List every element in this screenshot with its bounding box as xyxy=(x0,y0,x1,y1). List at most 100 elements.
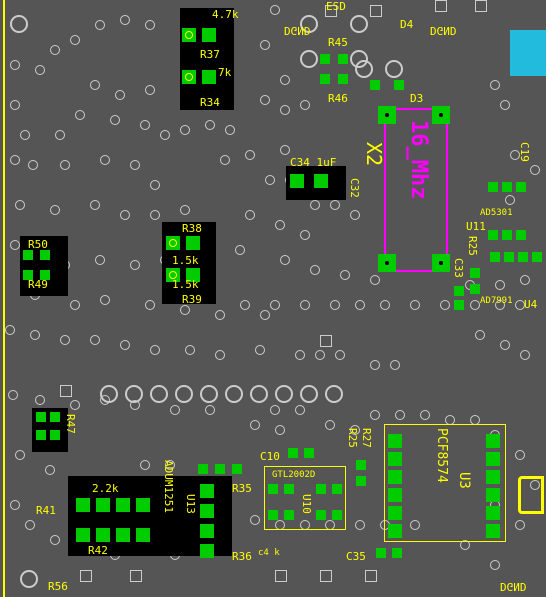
c4k-label: c4 k xyxy=(258,548,280,558)
via xyxy=(300,100,310,110)
via xyxy=(235,245,245,255)
via xyxy=(505,195,515,205)
via xyxy=(215,350,225,360)
c32-ref: C32 xyxy=(348,178,361,198)
crystal-ref: X2 xyxy=(362,142,386,166)
via-square xyxy=(365,570,377,582)
u3-pad xyxy=(486,524,500,538)
r43-pad xyxy=(470,268,480,278)
via xyxy=(50,535,60,545)
r50-ref: R50 xyxy=(28,238,48,251)
crystal-value: 16_Mhz xyxy=(406,120,431,199)
via-large xyxy=(350,15,368,33)
xtal-pad xyxy=(432,254,450,272)
d3-pad xyxy=(370,80,380,90)
via xyxy=(30,330,40,340)
via xyxy=(95,255,105,265)
via-large xyxy=(150,385,168,403)
r25-ref: R25 xyxy=(346,428,359,448)
r27-pad xyxy=(356,460,366,470)
via-square xyxy=(275,570,287,582)
via xyxy=(370,410,380,420)
board-edge xyxy=(3,0,5,597)
r43-ref: R25 xyxy=(466,236,479,256)
u13-pad xyxy=(200,484,214,498)
via xyxy=(260,40,270,50)
via xyxy=(110,115,120,125)
via xyxy=(140,460,150,470)
r35-ref: R35 xyxy=(232,482,252,495)
via xyxy=(70,400,80,410)
via xyxy=(220,155,230,165)
c35-pad xyxy=(392,548,402,558)
r43-pad xyxy=(470,284,480,294)
c33-pad xyxy=(454,286,464,296)
u13-pad xyxy=(96,498,110,512)
d3-ref: D3 xyxy=(410,92,423,105)
via xyxy=(300,230,310,240)
r41-ref: R41 xyxy=(36,504,56,517)
u10-pad xyxy=(284,484,294,494)
via xyxy=(160,130,170,140)
via xyxy=(205,120,215,130)
via xyxy=(8,390,18,400)
via xyxy=(245,210,255,220)
u13-pad xyxy=(136,498,150,512)
via xyxy=(180,305,190,315)
r39-ref: R39 xyxy=(182,293,202,306)
u11-pad xyxy=(488,182,498,192)
via xyxy=(390,360,400,370)
via xyxy=(120,15,130,25)
u11-pad xyxy=(502,230,512,240)
c35-ref: C35 xyxy=(346,550,366,563)
via xyxy=(5,325,15,335)
via xyxy=(180,125,190,135)
via xyxy=(355,300,365,310)
via xyxy=(295,405,305,415)
via xyxy=(500,100,510,110)
via-square xyxy=(475,0,487,12)
via-large xyxy=(250,385,268,403)
esd-net: ESD xyxy=(326,0,346,13)
u13-pad xyxy=(136,528,150,542)
via xyxy=(10,500,20,510)
via-large xyxy=(125,385,143,403)
r34-ref: R34 xyxy=(200,96,220,109)
r34-val-partial: 7k xyxy=(218,66,231,79)
xtal-pad xyxy=(432,106,450,124)
r45-pad xyxy=(320,54,330,64)
via xyxy=(280,255,290,265)
via xyxy=(180,205,190,215)
u11-pad xyxy=(502,182,512,192)
via-square xyxy=(320,335,332,347)
via xyxy=(310,200,320,210)
via xyxy=(410,300,420,310)
via xyxy=(270,405,280,415)
u4-pad xyxy=(532,252,542,262)
via xyxy=(70,35,80,45)
via xyxy=(50,45,60,55)
via xyxy=(515,520,525,530)
via xyxy=(275,425,285,435)
via xyxy=(420,410,430,420)
via xyxy=(205,405,215,415)
r41-val: 2.2k xyxy=(92,482,119,495)
via xyxy=(270,5,280,15)
d-marker xyxy=(518,476,544,514)
c35-pad xyxy=(376,548,386,558)
via xyxy=(260,310,270,320)
u10-pad xyxy=(316,510,326,520)
via xyxy=(250,515,260,525)
via xyxy=(140,120,150,130)
r47-comp xyxy=(32,408,68,452)
u4-part: AD7991 xyxy=(480,296,513,306)
r35-pad xyxy=(215,464,225,474)
via xyxy=(370,275,380,285)
via xyxy=(130,260,140,270)
via-large xyxy=(300,385,318,403)
d4-ref: D4 xyxy=(400,18,413,31)
u10-pad xyxy=(332,510,342,520)
via xyxy=(515,450,525,460)
u4-pad xyxy=(518,252,528,262)
via xyxy=(280,105,290,115)
